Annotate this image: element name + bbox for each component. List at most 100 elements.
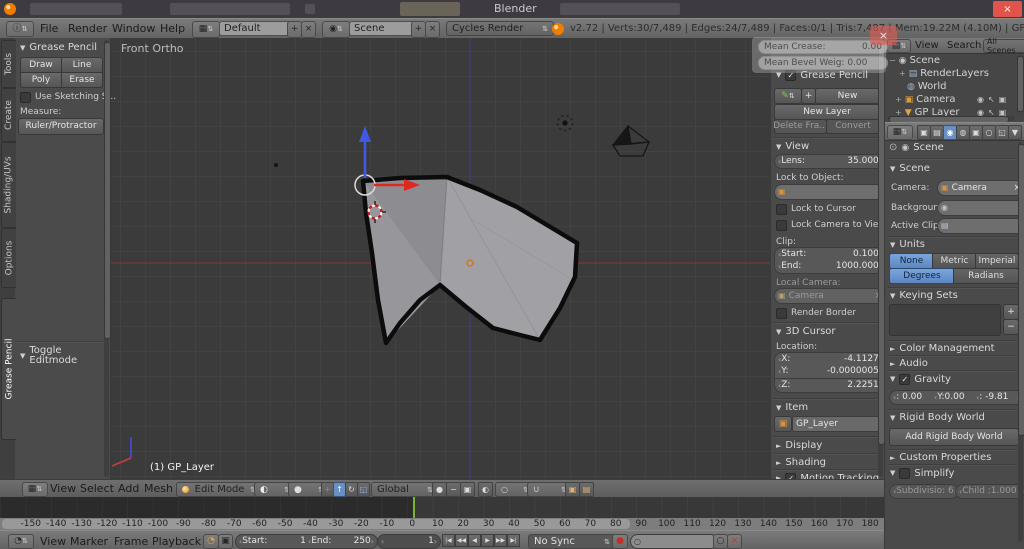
gp-poly-button[interactable]: Poly <box>20 72 62 88</box>
outliner-v-scrollbar[interactable] <box>1017 55 1022 113</box>
menu-help[interactable]: Help <box>160 19 185 38</box>
timeline-editor-selector[interactable]: ◔⇅ <box>8 534 34 549</box>
layout-delete-button[interactable]: × <box>301 21 316 38</box>
playback-button[interactable]: ◀◀ <box>455 534 468 547</box>
cursor-z-field[interactable]: ‹ Z: 2.2251 › <box>774 378 886 393</box>
render-border-row[interactable]: Render Border <box>776 308 856 319</box>
panel-header-view[interactable]: ▼ View <box>776 142 809 152</box>
keying-set-field[interactable]: ○ <box>630 534 718 549</box>
viewport-3d[interactable]: Front Ortho (1) GP_Layer <box>0 38 884 479</box>
visibility-icon[interactable]: ◉ <box>977 95 984 104</box>
vp-menu-view[interactable]: View <box>50 479 76 498</box>
lock-camera-checkbox[interactable] <box>776 220 787 231</box>
pin-icon[interactable]: ⊙ <box>889 142 897 153</box>
lens-field[interactable]: ‹ Lens: 35.000 › <box>774 154 886 169</box>
shelf-tab-tools[interactable]: Tools <box>1 40 16 88</box>
panel-header-keying-sets[interactable]: ▼ Keying Sets <box>890 291 958 301</box>
playback-button[interactable]: ◀ <box>468 534 481 547</box>
current-frame-field[interactable]: ‹ 1 › <box>377 534 441 549</box>
layout-add-button[interactable]: + <box>287 21 302 38</box>
panel-header-rigid-body[interactable]: ▼ Rigid Body World <box>890 413 985 423</box>
panel-header-item[interactable]: ▼ Item <box>776 403 808 413</box>
shelf-tab-create[interactable]: Create <box>1 88 16 142</box>
playback-button[interactable]: |◀ <box>442 534 455 547</box>
use-sketching-checkbox-row[interactable]: Use Sketching S... <box>20 92 116 103</box>
viewport-canvas[interactable] <box>0 38 884 479</box>
vertex-select-mode-icon[interactable]: ● <box>432 482 447 497</box>
active-clip-field[interactable]: ▤ <box>937 218 1024 234</box>
outliner-menu-search[interactable]: Search <box>947 36 981 55</box>
delete-keyframe-button[interactable]: × <box>727 534 742 549</box>
camera-restriction-icons[interactable]: ◉ ↖ ▣ <box>977 95 1006 104</box>
outliner-row-renderlayers[interactable]: + ▤ RenderLayers <box>899 69 989 79</box>
renderability-icon[interactable]: ▣ <box>999 95 1007 104</box>
orientation-dropdown[interactable]: Global ⇅ <box>371 482 439 497</box>
units-degrees-button[interactable]: Degrees <box>889 268 955 284</box>
units-none-button[interactable]: None <box>889 253 934 269</box>
gravity-checkbox[interactable]: ✓ <box>899 374 910 385</box>
screen-layout-icon[interactable]: ▦⇅ <box>192 21 220 38</box>
scene-delete-button[interactable]: × <box>425 21 440 38</box>
occlude-geometry-icon[interactable]: ◐ <box>478 482 493 497</box>
panel-header-shading[interactable]: ► Shading <box>776 458 826 468</box>
panel-header-audio[interactable]: ► Audio <box>890 359 928 369</box>
outliner-h-scrollbar[interactable] <box>888 116 1014 121</box>
scene-camera-field[interactable]: ▣ Camera × <box>937 180 1024 196</box>
sync-dropdown[interactable]: No Sync ⇅ <box>528 534 616 549</box>
panel-header-units[interactable]: ▼ Units <box>890 240 925 250</box>
scrollbar-handle[interactable] <box>104 42 111 339</box>
render-opengl-icon[interactable]: ▣ <box>565 482 580 497</box>
tab-world[interactable]: ◍ <box>956 125 970 140</box>
tab-scene[interactable]: ◉ <box>943 125 957 140</box>
manipulator-scale-icon[interactable]: ◱ <box>357 482 370 497</box>
panel-header-simplify[interactable]: ▼ Simplify <box>890 468 954 479</box>
outliner-scope-dropdown[interactable]: All Scenes <box>983 39 1024 53</box>
render-border-checkbox[interactable] <box>776 308 787 319</box>
outliner-row-scene[interactable]: − ◉ Scene <box>889 56 940 66</box>
auto-keyframe-button[interactable]: ● <box>612 534 628 549</box>
outliner-row-world[interactable]: ◍ World <box>907 82 947 92</box>
panel-header-scene[interactable]: ▼ Scene <box>890 164 930 174</box>
shelf-tab-options[interactable]: Options <box>1 228 16 288</box>
lock-to-cursor-row[interactable]: Lock to Cursor <box>776 204 856 215</box>
window-close-button[interactable]: × <box>993 1 1022 17</box>
gp-line-button[interactable]: Line <box>61 57 103 73</box>
gp-palette-dropdown[interactable]: ✎⇅ <box>774 88 802 104</box>
frame-end-field[interactable]: ‹ End: 250 › <box>305 534 378 549</box>
scene-field[interactable]: Scene <box>349 21 419 36</box>
units-metric-button[interactable]: Metric <box>932 253 977 269</box>
insert-keyframe-button[interactable]: ○ <box>713 534 728 549</box>
vp-menu-mesh[interactable]: Mesh <box>144 479 173 498</box>
item-name-field[interactable]: GP_Layer <box>792 416 886 432</box>
tab-object[interactable]: ▣ <box>969 125 983 140</box>
tab-constraints[interactable]: ○ <box>982 125 996 140</box>
panel-header-gravity[interactable]: ▼ ✓ Gravity <box>890 374 951 385</box>
menu-file[interactable]: File <box>40 19 58 38</box>
tl-menu-marker[interactable]: Marker <box>70 532 108 549</box>
npanel-scrollbar[interactable] <box>878 40 883 477</box>
simplify-checkbox[interactable] <box>899 468 910 479</box>
properties-scrollbar[interactable] <box>1018 142 1023 542</box>
keying-sets-listbox[interactable] <box>889 304 1001 336</box>
gp-new-button[interactable]: New <box>815 88 880 104</box>
tab-modifiers[interactable]: ◱ <box>995 125 1009 140</box>
timeline-ruler[interactable]: -150-140-130-120-110-100-90-80-70-60-50-… <box>0 518 884 530</box>
current-frame-line[interactable] <box>413 497 415 518</box>
simplify-child-field[interactable]: ‹ Child :1.000 › <box>955 484 1024 499</box>
render-engine-dropdown[interactable]: Cycles Render⇅ <box>446 21 554 36</box>
lock-object-field[interactable]: ▣ <box>774 184 886 200</box>
shelf-tab-shading-uvs[interactable]: Shading/UVs <box>1 142 16 228</box>
gp-delete-frame-button[interactable]: Delete Fra... <box>774 119 827 134</box>
local-camera-field[interactable]: ▣ Camera × <box>774 288 886 304</box>
playback-button[interactable]: ▶ <box>481 534 494 547</box>
scene-selector-icon[interactable]: ◉⇅ <box>322 21 350 38</box>
gp-add-button[interactable]: + <box>801 88 816 104</box>
expand-toggle-icon[interactable]: + <box>895 96 902 104</box>
lock-to-cursor-checkbox[interactable] <box>776 204 787 215</box>
keying-set-remove-button[interactable]: − <box>1003 319 1019 335</box>
expand-toggle-icon[interactable]: + <box>899 70 906 78</box>
vp-menu-select[interactable]: Select <box>80 479 114 498</box>
properties-editor-selector[interactable]: ▦⇅ <box>887 125 913 140</box>
selectability-icon[interactable]: ↖ <box>988 95 995 104</box>
scrollbar-handle[interactable] <box>1017 56 1024 112</box>
